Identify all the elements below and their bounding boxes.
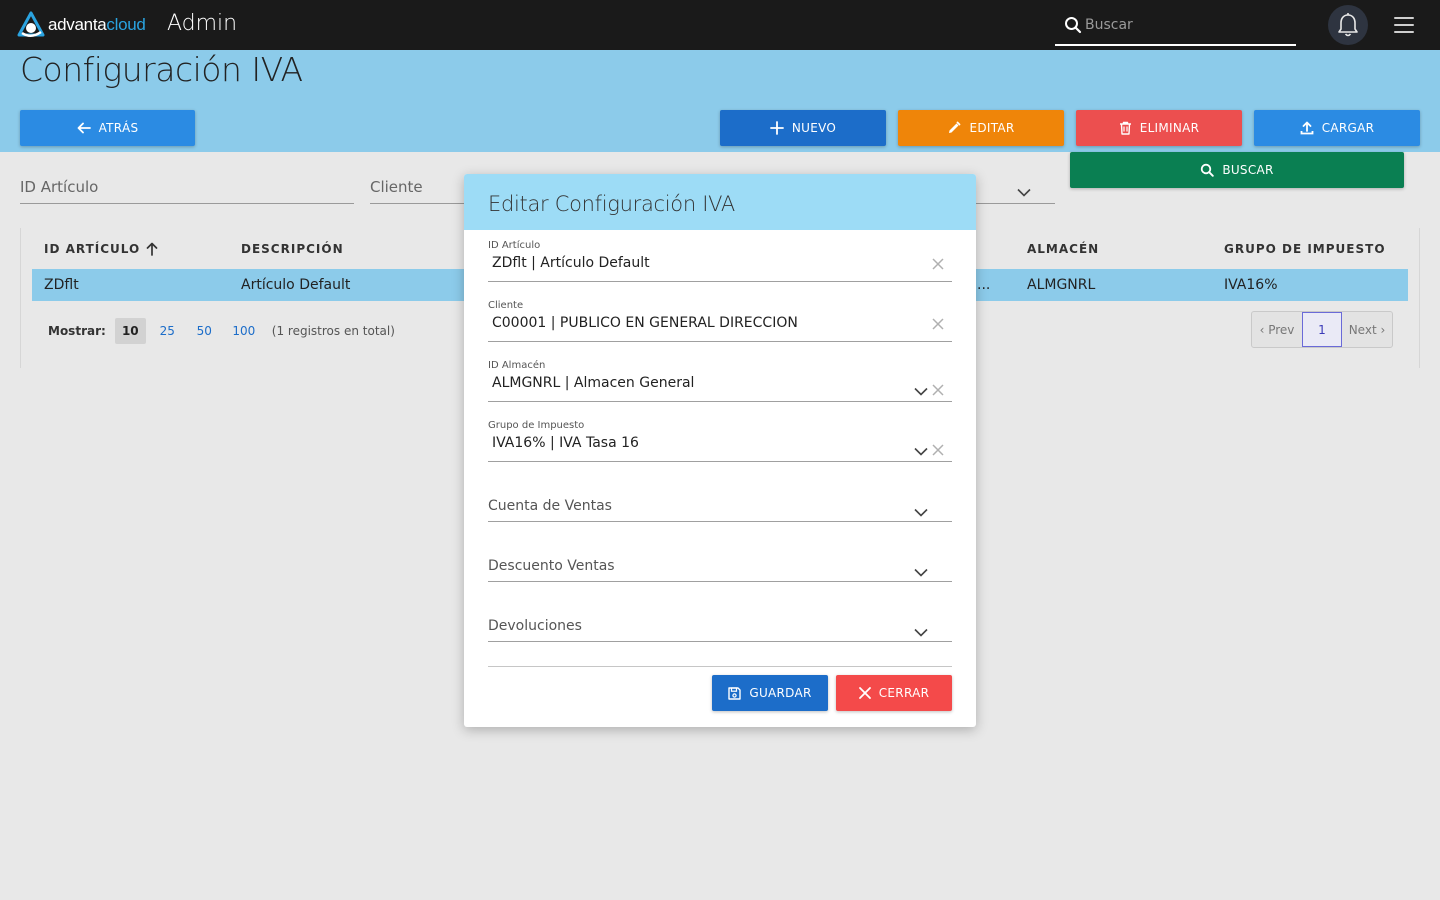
advantacloud-logo-icon — [17, 11, 45, 37]
prev-page-button[interactable]: ‹ Prev — [1252, 312, 1302, 347]
back-button[interactable]: ATRÁS — [20, 110, 195, 146]
field-placeholder: Descuento Ventas — [488, 558, 615, 574]
next-page-button[interactable]: Next › — [1342, 312, 1392, 347]
floppy-disk-icon — [728, 686, 742, 700]
chevron-down-icon — [1017, 188, 1031, 197]
search-button-label: BUSCAR — [1222, 163, 1274, 177]
page-size-selector: Mostrar: 10 25 50 100 (1 registros en to… — [48, 318, 395, 344]
column-header-tax-group[interactable]: GRUPO DE IMPUESTO — [1224, 242, 1386, 256]
chevron-down-icon[interactable] — [914, 447, 928, 456]
column-header-description[interactable]: DESCRIPCIÓN — [241, 242, 344, 256]
delete-button[interactable]: ELIMINAR — [1076, 110, 1242, 146]
filter-dropdown[interactable] — [976, 178, 1055, 204]
new-button[interactable]: NUEVO — [720, 110, 886, 146]
top-bar: advantacloud Admin — [0, 0, 1440, 50]
search-icon — [1065, 17, 1082, 34]
page-size-100[interactable]: 100 — [226, 318, 262, 344]
save-button[interactable]: GUARDAR — [712, 675, 828, 711]
page-size-25[interactable]: 25 — [152, 318, 183, 344]
field-sales-account[interactable]: Cuenta de Ventas — [488, 470, 952, 522]
dialog-title: Editar Configuración IVA — [488, 192, 735, 216]
filter-article-id-placeholder: ID Artículo — [20, 178, 99, 196]
field-label: ID Artículo — [488, 240, 541, 251]
field-label: Grupo de Impuesto — [488, 420, 585, 431]
field-returns[interactable]: Devoluciones — [488, 590, 952, 642]
search-icon — [1201, 163, 1215, 177]
bell-icon — [1338, 13, 1358, 37]
field-warehouse-id[interactable]: ID Almacén ALMGNRL | Almacen General — [488, 350, 952, 402]
field-label: Cliente — [488, 300, 524, 311]
chevron-down-icon[interactable] — [914, 387, 928, 396]
chevron-down-icon[interactable] — [914, 628, 928, 637]
search-input[interactable] — [1085, 13, 1285, 37]
sort-ascending-icon — [146, 242, 158, 256]
clear-icon[interactable] — [932, 384, 944, 396]
clear-icon[interactable] — [932, 444, 944, 456]
edit-button-label: EDITAR — [969, 121, 1015, 135]
page-title: Configuración IVA — [20, 50, 303, 89]
app-name: Admin — [167, 11, 238, 36]
cell-warehouse: ALMGNRL — [1027, 277, 1096, 293]
close-button-label: CERRAR — [878, 686, 930, 700]
column-header-article-id[interactable]: ID ARTÍCULO — [44, 242, 158, 256]
page-1-button[interactable]: 1 — [1302, 312, 1342, 347]
delete-button-label: ELIMINAR — [1139, 121, 1200, 135]
close-icon — [858, 687, 871, 699]
chevron-down-icon[interactable] — [914, 568, 928, 577]
logo[interactable]: advantacloud — [16, 11, 146, 39]
column-header-warehouse[interactable]: ALMACÉN — [1027, 242, 1099, 256]
page-size-10[interactable]: 10 — [114, 318, 146, 344]
cell-article-id: ZDflt — [44, 277, 79, 293]
field-placeholder: Cuenta de Ventas — [488, 498, 612, 514]
field-value: ZDflt | Artículo Default — [492, 255, 650, 271]
field-value: ALMGNRL | Almacen General — [492, 375, 695, 391]
cell-description: Artículo Default — [241, 277, 351, 293]
field-tax-group[interactable]: Grupo de Impuesto IVA16% | IVA Tasa 16 — [488, 410, 952, 462]
edit-button[interactable]: EDITAR — [898, 110, 1064, 146]
field-value: IVA16% | IVA Tasa 16 — [492, 435, 639, 451]
trash-icon — [1119, 121, 1131, 135]
cell-truncated: ... — [977, 277, 991, 293]
upload-button[interactable]: CARGAR — [1254, 110, 1420, 146]
field-article-id[interactable]: ID Artículo ZDflt | Artículo Default — [488, 230, 952, 282]
search-button[interactable]: BUSCAR — [1070, 152, 1404, 188]
field-sales-discount[interactable]: Descuento Ventas — [488, 530, 952, 582]
save-button-label: GUARDAR — [749, 686, 812, 700]
total-records: (1 registros en total) — [271, 324, 395, 338]
filter-client[interactable]: Cliente — [370, 178, 470, 204]
field-value: C00001 | PUBLICO EN GENERAL DIRECCION — [492, 315, 798, 331]
upload-icon — [1300, 121, 1314, 135]
field-client[interactable]: Cliente C00001 | PUBLICO EN GENERAL DIRE… — [488, 290, 952, 342]
back-button-label: ATRÁS — [98, 121, 139, 135]
page-size-50[interactable]: 50 — [189, 318, 220, 344]
new-button-label: NUEVO — [791, 121, 837, 135]
arrow-left-icon — [77, 122, 91, 134]
edit-dialog: Editar Configuración IVA ID Artículo ZDf… — [464, 174, 976, 727]
close-button[interactable]: CERRAR — [836, 675, 952, 711]
chevron-down-icon[interactable] — [914, 508, 928, 517]
clear-icon[interactable] — [932, 258, 944, 270]
clear-icon[interactable] — [932, 318, 944, 330]
pencil-icon — [949, 121, 961, 133]
field-placeholder: Devoluciones — [488, 618, 582, 634]
filter-article-id[interactable]: ID Artículo — [20, 178, 354, 204]
dialog-header: Editar Configuración IVA — [464, 174, 976, 230]
field-label: ID Almacén — [488, 360, 546, 371]
column-header-label: ID ARTÍCULO — [44, 242, 141, 256]
cell-tax-group: IVA16% — [1224, 277, 1278, 293]
dialog-divider — [488, 666, 952, 667]
logo-text: advantacloud — [48, 15, 146, 34]
plus-icon — [769, 121, 784, 135]
page-size-label: Mostrar: — [48, 324, 106, 338]
hamburger-menu-icon[interactable] — [1394, 17, 1414, 35]
pagination: ‹ Prev 1 Next › — [1251, 311, 1393, 348]
filter-client-placeholder: Cliente — [370, 178, 423, 196]
global-search[interactable] — [1055, 8, 1296, 46]
notifications-button[interactable] — [1328, 5, 1368, 45]
upload-button-label: CARGAR — [1321, 121, 1375, 135]
